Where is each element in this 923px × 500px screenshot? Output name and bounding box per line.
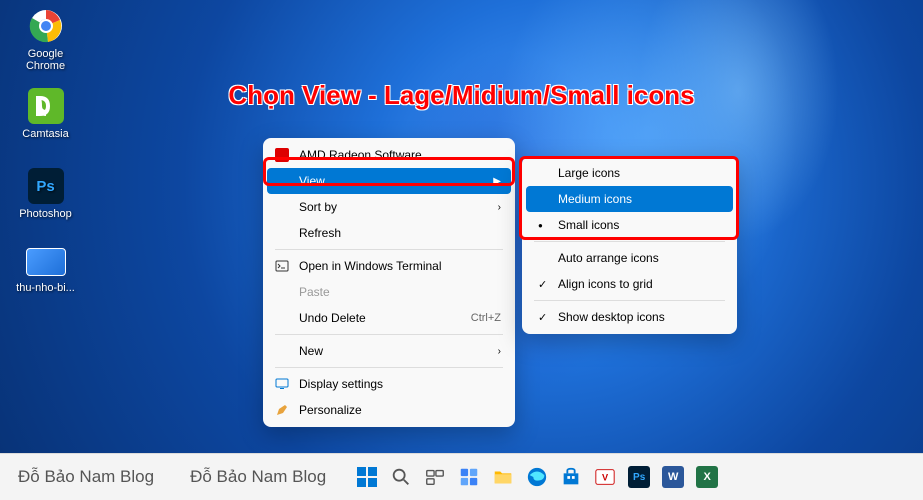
menu-divider: [534, 241, 725, 242]
search-icon[interactable]: [388, 464, 414, 490]
task-view-icon[interactable]: [422, 464, 448, 490]
widgets-icon[interactable]: [456, 464, 482, 490]
menu-item-small-icons[interactable]: Small icons: [526, 212, 733, 238]
shortcut-label: Ctrl+Z: [471, 312, 501, 324]
menu-item-paste: Paste: [267, 279, 511, 305]
menu-item-refresh[interactable]: Refresh: [267, 220, 511, 246]
svg-text:V: V: [602, 473, 609, 483]
menu-item-sort-by[interactable]: Sort by ›: [267, 194, 511, 220]
chrome-icon: [28, 8, 64, 44]
chevron-right-icon: ▶: [493, 176, 501, 187]
excel-icon[interactable]: X: [694, 464, 720, 490]
annotation-text: Chọn View - Lage/Midium/Small icons: [228, 80, 694, 111]
menu-label: Open in Windows Terminal: [299, 259, 442, 273]
menu-label: View: [299, 174, 325, 188]
menu-item-terminal[interactable]: Open in Windows Terminal: [267, 253, 511, 279]
menu-label: Display settings: [299, 377, 383, 391]
icon-label: Camtasia: [8, 128, 83, 140]
menu-item-align-grid[interactable]: Align icons to grid: [526, 271, 733, 297]
menu-label: Personalize: [299, 403, 362, 417]
chevron-right-icon: ›: [498, 346, 501, 357]
taskbar: Đỗ Bảo Nam Blog Đỗ Bảo Nam Blog V Ps: [0, 453, 923, 500]
photoshop-taskbar-icon[interactable]: Ps: [626, 464, 652, 490]
menu-label: Refresh: [299, 226, 341, 240]
personalize-icon: [275, 403, 289, 417]
menu-divider: [275, 367, 503, 368]
menu-label: AMD Radeon Software: [299, 148, 422, 162]
menu-item-amd[interactable]: AMD Radeon Software: [267, 142, 511, 168]
display-icon: [275, 377, 289, 391]
chevron-right-icon: ›: [498, 202, 501, 213]
taskbar-icons-group: V Ps W X: [354, 464, 720, 490]
watermark-text: Đỗ Bảo Nam Blog: [0, 467, 172, 487]
icon-label: thu-nho-bi...: [8, 282, 83, 294]
watermark-text: Đỗ Bảo Nam Blog: [172, 467, 344, 487]
menu-item-new[interactable]: New ›: [267, 338, 511, 364]
menu-item-large-icons[interactable]: Large icons: [526, 160, 733, 186]
view-submenu: Large icons Medium icons Small icons Aut…: [522, 156, 737, 334]
menu-item-show-desktop[interactable]: Show desktop icons: [526, 304, 733, 330]
edge-icon[interactable]: [524, 464, 550, 490]
menu-label: Undo Delete: [299, 311, 366, 325]
menu-label: Auto arrange icons: [558, 251, 659, 265]
word-icon[interactable]: W: [660, 464, 686, 490]
desktop-icon-chrome[interactable]: Google Chrome: [8, 8, 83, 72]
menu-divider: [534, 300, 725, 301]
desktop-icon-photoshop[interactable]: Ps Photoshop: [8, 168, 83, 220]
camtasia-icon: [28, 88, 64, 124]
amd-icon: [275, 148, 289, 162]
menu-divider: [275, 334, 503, 335]
menu-label: New: [299, 344, 323, 358]
menu-item-undo-delete[interactable]: Undo Delete Ctrl+Z: [267, 305, 511, 331]
explorer-icon[interactable]: [490, 464, 516, 490]
menu-label: Paste: [299, 285, 330, 299]
terminal-icon: [275, 259, 289, 273]
menu-label: Align icons to grid: [558, 277, 653, 291]
menu-label: Small icons: [558, 218, 619, 232]
photoshop-icon: Ps: [28, 168, 64, 204]
store-icon[interactable]: [558, 464, 584, 490]
menu-label: Medium icons: [558, 192, 632, 206]
desktop-icon-thumbnail[interactable]: thu-nho-bi...: [8, 248, 83, 294]
menu-divider: [275, 249, 503, 250]
menu-label: Show desktop icons: [558, 310, 665, 324]
icon-label: Google Chrome: [8, 48, 83, 72]
desktop-context-menu: AMD Radeon Software View ▶ Sort by › Ref…: [263, 138, 515, 427]
image-file-icon: [26, 248, 66, 276]
menu-item-personalize[interactable]: Personalize: [267, 397, 511, 423]
menu-item-auto-arrange[interactable]: Auto arrange icons: [526, 245, 733, 271]
menu-item-view[interactable]: View ▶: [267, 168, 511, 194]
menu-label: Large icons: [558, 166, 620, 180]
unikey-icon[interactable]: V: [592, 464, 618, 490]
desktop-icon-camtasia[interactable]: Camtasia: [8, 88, 83, 140]
menu-label: Sort by: [299, 200, 337, 214]
desktop[interactable]: Google Chrome Camtasia Ps Photoshop thu-…: [0, 0, 923, 453]
menu-item-display-settings[interactable]: Display settings: [267, 371, 511, 397]
menu-item-medium-icons[interactable]: Medium icons: [526, 186, 733, 212]
start-button[interactable]: [354, 464, 380, 490]
icon-label: Photoshop: [8, 208, 83, 220]
